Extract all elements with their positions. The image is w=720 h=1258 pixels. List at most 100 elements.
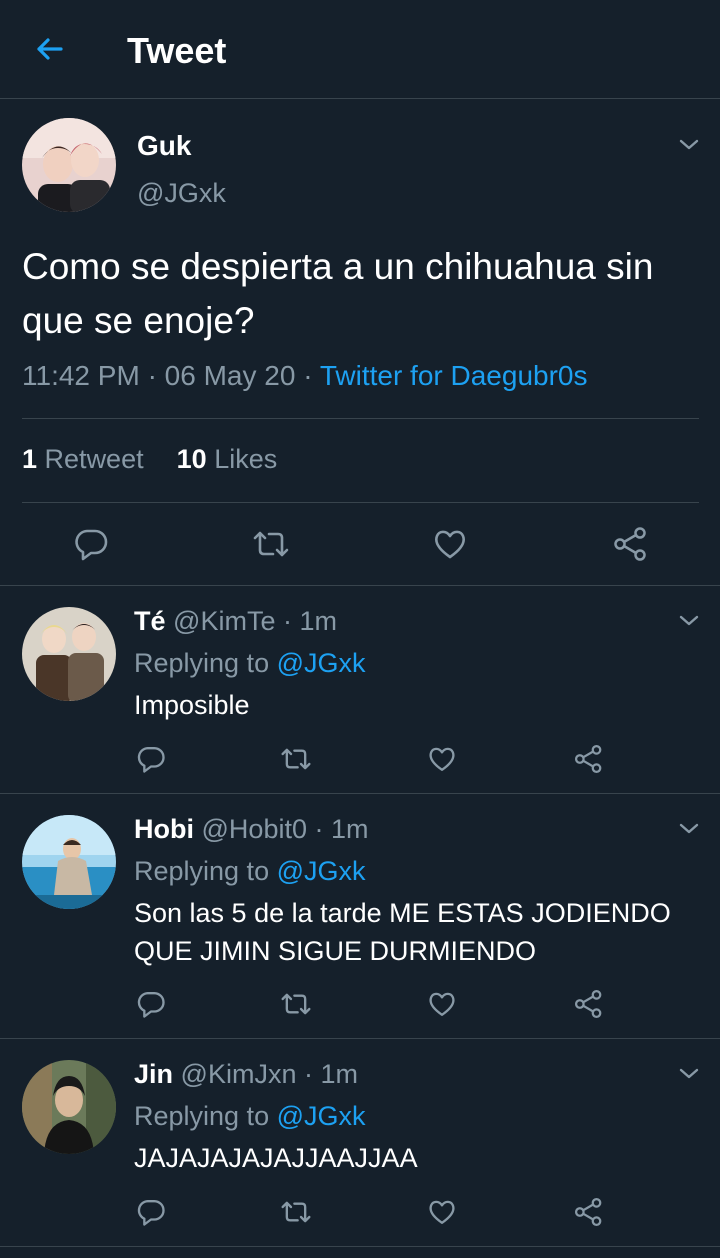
avatar[interactable] <box>22 1060 116 1154</box>
avatar[interactable] <box>22 118 116 212</box>
divider <box>0 1038 720 1039</box>
reply-icon <box>137 747 165 773</box>
replying-to-label: Replying to <box>134 648 270 678</box>
reply-time: 1m <box>331 814 369 844</box>
like-icon <box>429 1200 455 1224</box>
like-button[interactable] <box>432 526 468 562</box>
retweet-icon <box>281 1201 311 1223</box>
separator: · <box>303 360 313 391</box>
retweet-button[interactable] <box>279 1197 313 1227</box>
chevron-down-icon <box>679 1068 699 1079</box>
tweet-stats: 1 Retweet 10 Likes <box>22 444 277 475</box>
separator: · <box>147 360 157 391</box>
reply-text: Son las 5 de la tarde ME ESTAS JODIENDO … <box>134 898 671 966</box>
separator: · <box>282 606 292 636</box>
reply-author-handle[interactable]: @KimJxn <box>181 1059 297 1089</box>
reply-button[interactable] <box>136 1197 166 1227</box>
reply-icon <box>137 992 165 1018</box>
separator: · <box>303 1059 313 1089</box>
like-icon <box>429 747 455 771</box>
share-icon <box>574 989 602 1019</box>
replying-to-link[interactable]: @JGxk <box>277 1101 366 1131</box>
back-button[interactable] <box>30 30 68 68</box>
replying-to-label: Replying to <box>134 1101 270 1131</box>
reply-header: Hobi @Hobit0 · 1m <box>134 814 369 845</box>
reply-author-name[interactable]: Té <box>134 606 166 636</box>
avatar-photo <box>22 118 116 212</box>
separator: · <box>314 814 324 844</box>
share-icon <box>574 1197 602 1227</box>
more-options-button[interactable] <box>678 1065 704 1085</box>
reply-button[interactable] <box>73 526 109 562</box>
retweets-stat[interactable]: 1 Retweet <box>22 444 144 474</box>
more-options-button[interactable] <box>678 136 704 156</box>
divider <box>0 793 720 794</box>
chevron-down-icon <box>679 615 699 626</box>
like-icon <box>435 530 465 559</box>
chevron-down-icon <box>679 139 699 150</box>
replying-to: Replying to @JGxk <box>134 1101 366 1132</box>
author-handle[interactable]: @JGxk <box>137 178 226 209</box>
reply-header: Jin @KimJxn · 1m <box>134 1059 358 1090</box>
replying-to-label: Replying to <box>134 856 270 886</box>
reply-author-name[interactable]: Hobi <box>134 814 194 844</box>
likes-count: 10 <box>176 444 207 474</box>
tweet-meta: 11:42 PM · 06 May 20 · Twitter for Daegu… <box>22 360 587 392</box>
reply-header: Té @KimTe · 1m <box>134 606 337 637</box>
reply-author-name[interactable]: Jin <box>134 1059 173 1089</box>
avatar-photo <box>22 1060 116 1154</box>
reply-button[interactable] <box>136 989 166 1019</box>
divider <box>22 502 699 503</box>
reply-button[interactable] <box>136 744 166 774</box>
reply-time: 1m <box>320 1059 359 1089</box>
reply-icon <box>137 1200 165 1226</box>
replying-to-link[interactable]: @JGxk <box>277 856 366 886</box>
divider <box>0 1246 720 1247</box>
author-name[interactable]: Guk <box>137 130 191 162</box>
tweet-time: 11:42 PM <box>22 360 140 391</box>
share-button[interactable] <box>573 744 605 774</box>
replying-to: Replying to @JGxk <box>134 856 366 887</box>
chevron-down-icon <box>679 823 699 834</box>
avatar[interactable] <box>22 815 116 909</box>
reply-author-handle[interactable]: @KimTe <box>173 606 275 636</box>
reply-time: 1m <box>299 606 338 636</box>
retweet-button[interactable] <box>251 526 291 562</box>
reply-author-handle[interactable]: @Hobit0 <box>202 814 307 844</box>
retweet-icon <box>281 993 311 1015</box>
share-button[interactable] <box>612 526 650 562</box>
retweet-button[interactable] <box>279 989 313 1019</box>
replying-to-link[interactable]: @JGxk <box>277 648 366 678</box>
more-options-button[interactable] <box>678 612 704 632</box>
avatar[interactable] <box>22 607 116 701</box>
tweet-source-link[interactable]: Twitter for Daegubr0s <box>320 360 588 391</box>
back-arrow-icon <box>37 38 63 60</box>
divider <box>22 418 699 419</box>
avatar-photo <box>22 607 116 701</box>
like-icon <box>429 992 455 1016</box>
like-button[interactable] <box>427 989 457 1019</box>
retweets-label: Retweet <box>44 444 144 474</box>
like-button[interactable] <box>427 1197 457 1227</box>
like-button[interactable] <box>427 744 457 774</box>
retweet-icon <box>253 531 289 557</box>
likes-label: Likes <box>214 444 278 474</box>
replying-to: Replying to @JGxk <box>134 648 366 679</box>
retweets-count: 1 <box>22 444 38 474</box>
share-button[interactable] <box>573 1197 605 1227</box>
divider <box>0 585 720 586</box>
top-bar: Tweet <box>0 0 720 99</box>
share-button[interactable] <box>573 989 605 1019</box>
avatar-photo <box>22 815 116 909</box>
more-options-button[interactable] <box>678 820 704 840</box>
tweet-text: Como se despierta a un chihuahua sin que… <box>22 246 654 341</box>
likes-stat[interactable]: 10 Likes <box>177 444 278 474</box>
reply-icon <box>75 529 108 561</box>
reply-text: JAJAJAJAJAJJAAJJAA <box>134 1143 418 1173</box>
retweet-button[interactable] <box>279 744 313 774</box>
page-title: Tweet <box>127 30 227 71</box>
tweet-date: 06 May 20 <box>164 360 296 391</box>
retweet-icon <box>281 748 311 770</box>
share-icon <box>614 527 646 561</box>
reply-text: Imposible <box>134 690 250 720</box>
